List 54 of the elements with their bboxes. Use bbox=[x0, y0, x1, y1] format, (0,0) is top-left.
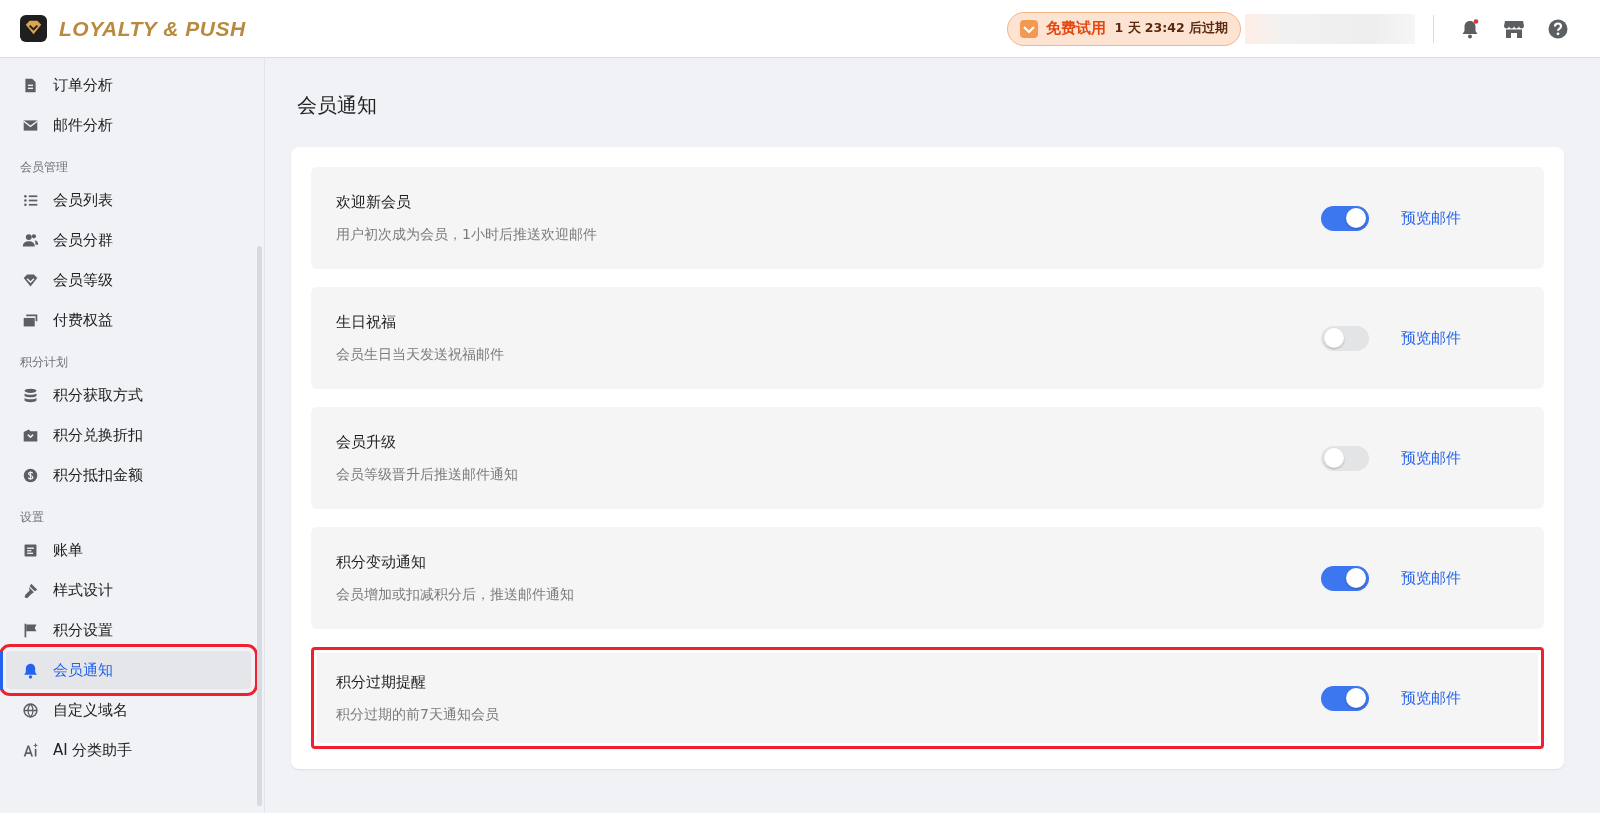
toggle-switch[interactable] bbox=[1321, 325, 1369, 351]
trial-label: 免费试用 bbox=[1046, 19, 1107, 38]
help-icon[interactable] bbox=[1547, 17, 1569, 40]
sidebar-item[interactable]: 会员等级 bbox=[0, 261, 264, 299]
notification-title: 积分变动通知 bbox=[336, 552, 427, 572]
preview-email-link[interactable]: 预览邮件 bbox=[1401, 328, 1461, 348]
notification-title: 积分过期提醒 bbox=[336, 672, 427, 692]
toggle-switch[interactable] bbox=[1321, 445, 1369, 471]
notification-description: 会员增加或扣减积分后，推送邮件通知 bbox=[336, 585, 575, 604]
section-heading: 会员管理 bbox=[19, 159, 69, 176]
logo-icon bbox=[20, 15, 47, 42]
sidebar-item[interactable]: 会员列表 bbox=[0, 181, 264, 219]
dollar-icon bbox=[22, 466, 39, 484]
globe-icon bbox=[22, 701, 39, 719]
preview-email-link[interactable]: 预览邮件 bbox=[1401, 688, 1461, 708]
section-heading: 设置 bbox=[19, 509, 45, 526]
toggle-switch[interactable] bbox=[1321, 205, 1369, 231]
section-heading: 积分计划 bbox=[19, 354, 69, 371]
users-icon bbox=[22, 231, 39, 249]
notification-title: 欢迎新会员 bbox=[336, 192, 412, 212]
sidebar-item[interactable]: AI 分类助手 bbox=[0, 731, 264, 769]
sidebar-item[interactable]: 付费权益 bbox=[0, 301, 264, 339]
sidebar-item[interactable]: 样式设计 bbox=[0, 571, 264, 609]
trial-badge[interactable]: 免费试用 1 天 23:42 后过期 bbox=[1007, 11, 1241, 46]
sidebar-item[interactable]: 积分设置 bbox=[0, 611, 264, 649]
page-title: 会员通知 bbox=[297, 92, 378, 119]
notification-description: 积分过期的前7天通知会员 bbox=[336, 705, 500, 724]
notification-title: 生日祝福 bbox=[336, 312, 397, 332]
sidebar-item[interactable]: 订单分析 bbox=[0, 66, 264, 104]
sidebar-item[interactable]: 邮件分析 bbox=[0, 106, 264, 144]
notification-title: 会员升级 bbox=[336, 432, 397, 452]
sparkle-letter-icon bbox=[22, 741, 39, 759]
notification-description: 用户初次成为会员，1小时后推送欢迎邮件 bbox=[336, 225, 598, 244]
flag-icon bbox=[22, 621, 39, 639]
notification-description: 会员生日当天发送祝福邮件 bbox=[336, 345, 505, 364]
toggle-switch[interactable] bbox=[1321, 565, 1369, 591]
sidebar-item[interactable]: 账单 bbox=[0, 531, 264, 569]
sidebar-item[interactable]: 积分抵扣金额 bbox=[0, 456, 264, 494]
scrollbar[interactable] bbox=[257, 246, 262, 806]
sidebar-item[interactable]: 积分兑换折扣 bbox=[0, 416, 264, 454]
preview-email-link[interactable]: 预览邮件 bbox=[1401, 208, 1461, 228]
sidebar-item[interactable]: 自定义域名 bbox=[0, 691, 264, 729]
bell-icon bbox=[22, 661, 39, 679]
sidebar-item[interactable]: 积分获取方式 bbox=[0, 376, 264, 414]
brush-icon bbox=[22, 581, 39, 599]
trial-countdown: 1 天 23:42 后过期 bbox=[1114, 20, 1228, 37]
notification-description: 会员等级晋升后推送邮件通知 bbox=[336, 465, 519, 484]
sidebar-item[interactable]: 会员分群 bbox=[0, 221, 264, 259]
preview-email-link[interactable]: 预览邮件 bbox=[1401, 448, 1461, 468]
toggle-switch[interactable] bbox=[1321, 685, 1369, 711]
preview-email-link[interactable]: 预览邮件 bbox=[1401, 568, 1461, 588]
database-icon bbox=[22, 386, 39, 404]
logo-text: LOYALTY & PUSH bbox=[59, 16, 246, 41]
document-icon bbox=[22, 76, 39, 94]
